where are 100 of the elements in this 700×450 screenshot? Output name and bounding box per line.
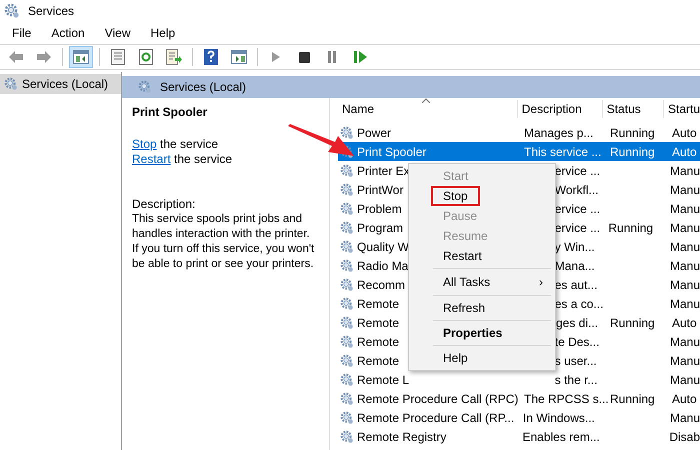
service-action-link[interactable]: Stop (132, 137, 157, 152)
gear-icon (340, 278, 354, 292)
column-header[interactable]: Status (602, 100, 664, 118)
export-list-icon (166, 49, 182, 65)
gear-icon (340, 392, 354, 406)
service-description: ervice ... (554, 202, 600, 216)
service-action-link[interactable]: Restart (132, 152, 171, 167)
service-name: Remote (357, 352, 400, 370)
console-view-icon (231, 50, 247, 64)
service-row[interactable]: Remote Procedure Call (RPC) The RPCSS s...Running Auto (338, 389, 700, 408)
startup-type: Manu (670, 372, 700, 386)
service-name: Recomm (357, 276, 406, 294)
menu-submenu-item[interactable]: All Tasks › (409, 271, 555, 293)
startup-type: Manu (670, 182, 700, 196)
service-description: ervice ... (554, 220, 600, 234)
service-title: Print Spooler (132, 104, 208, 121)
service-name: Program (357, 220, 404, 236)
column-header[interactable]: Startu (664, 100, 700, 118)
gear-icon (340, 296, 354, 310)
service-description: This service ... (524, 144, 602, 158)
startup-type: Manu (670, 334, 700, 348)
action-text: the service (173, 152, 232, 167)
gear-icon (340, 202, 354, 216)
description-text: This service spools print jobs and handles interaction with the printer. If you turn off this service, you won't be able to print or see your printers. (132, 212, 316, 272)
gear-icon (340, 182, 354, 196)
startup-type: Manu (670, 354, 700, 368)
startup-type: Manu (670, 296, 700, 310)
service-description: ges di... (556, 316, 598, 330)
service-description: Manages p... (524, 126, 594, 140)
startup-type: Manu (670, 202, 700, 216)
gear-icon (340, 334, 354, 348)
column-header[interactable]: Name (338, 100, 518, 118)
context-menu-item[interactable]: Stop (431, 186, 480, 206)
service-name: Radio Ma (357, 258, 408, 274)
gear-icon (340, 126, 354, 140)
service-status: Running (608, 220, 654, 234)
document-icon (111, 49, 125, 65)
service-row[interactable]: Remote Registry Enables rem... Disab (338, 427, 700, 446)
context-menu-item[interactable]: Help (431, 348, 480, 368)
context-menu-item[interactable]: Refresh (431, 298, 498, 318)
forward-arrow-icon (36, 50, 52, 64)
back-arrow-icon (8, 50, 24, 64)
refresh-icon (139, 49, 153, 65)
service-status: Running (610, 126, 655, 140)
context-menu-item[interactable]: Properties (431, 323, 514, 343)
startup-type: Auto (672, 392, 697, 406)
startup-type: Auto (672, 126, 697, 140)
menu-item[interactable]: Action (43, 23, 93, 43)
service-name: Print Spooler (357, 144, 426, 160)
sort-caret-icon (422, 98, 430, 103)
startup-type: Disab (669, 430, 700, 444)
menu-item[interactable]: View (96, 23, 138, 43)
service-name: Remote (357, 296, 400, 312)
startup-type: Manu (670, 410, 700, 424)
service-description: The RPCSS s... (524, 392, 609, 406)
description-label: Description: (132, 197, 196, 212)
service-row[interactable]: Remote Procedure Call (RP... In Windows... Manu (338, 408, 700, 427)
gear-icon (340, 372, 354, 386)
service-row[interactable]: Print Spooler This service ... Running Auto (338, 142, 700, 161)
show-tree-button[interactable] (69, 46, 93, 68)
service-description: Mana... (554, 258, 595, 272)
service-description: ervice ... (554, 164, 600, 178)
tree-item[interactable]: Services (Local) (0, 74, 121, 94)
service-name: Remote Procedure Call (RPC) (357, 390, 518, 408)
startup-type: Manu (670, 240, 700, 254)
pane-header-title: Services (Local) (160, 79, 246, 96)
service-name: PrintWor (357, 182, 404, 198)
service-status: Running (610, 316, 655, 330)
context-menu-item[interactable]: Restart (431, 246, 494, 266)
startup-type: Auto (672, 316, 697, 330)
column-header[interactable]: Description (518, 100, 603, 118)
service-name: Problem (357, 200, 402, 218)
service-name: Remote L (357, 372, 410, 388)
menu-item[interactable]: Help (142, 23, 184, 43)
gear-icon (340, 164, 354, 178)
resume-icon (354, 51, 366, 63)
service-description: Workfl... (554, 182, 599, 196)
gear-icon (138, 80, 152, 94)
startup-type: Manu (670, 278, 700, 292)
menu-item[interactable]: File (4, 23, 40, 43)
gear-icon (340, 258, 354, 272)
gear-icon (340, 430, 354, 444)
gear-icon (340, 410, 354, 424)
service-description: Enables rem... (522, 430, 600, 444)
startup-type: Manu (670, 220, 700, 234)
gear-icon (340, 354, 354, 368)
service-row[interactable]: Power Manages p... Running Auto (338, 123, 700, 142)
service-name: Remote Procedure Call (RP... (357, 410, 514, 426)
gear-icon (4, 3, 20, 19)
gear-icon (340, 316, 354, 330)
startup-type: Auto (672, 144, 697, 158)
pause-icon (327, 51, 337, 63)
service-name: Remote (357, 314, 400, 332)
startup-type: Manu (670, 164, 700, 178)
console-tree-icon (73, 50, 89, 64)
service-name: Remote (357, 334, 400, 350)
service-name: Remote Registry (357, 428, 446, 446)
action-text: the service (159, 137, 218, 152)
gear-icon (340, 220, 354, 234)
service-status: Running (610, 144, 655, 158)
